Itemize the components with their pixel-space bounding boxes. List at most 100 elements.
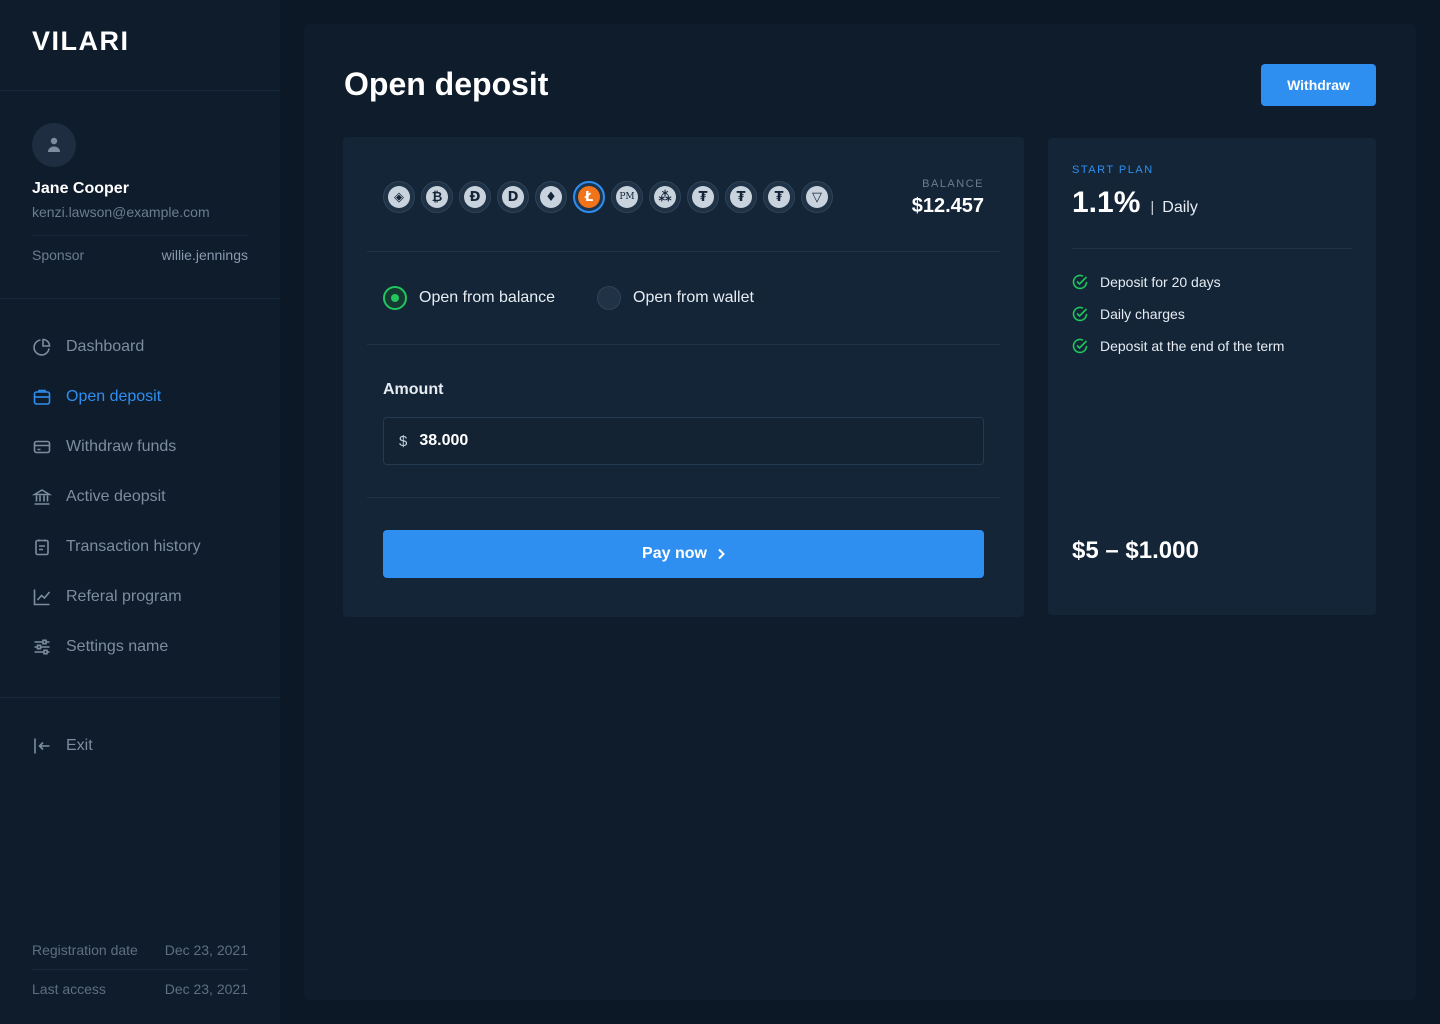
logout-icon <box>32 736 52 756</box>
pay-now-button[interactable]: Pay now <box>383 530 984 578</box>
check-circle-icon <box>1072 338 1088 354</box>
open-from-wallet-radio[interactable]: Open from wallet <box>597 286 754 310</box>
amount-input[interactable] <box>419 432 920 450</box>
radio-label: Open from wallet <box>633 289 754 306</box>
main-panel: Open deposit Withdraw ◈ ₿ Đ D ♦ Ł PM ⁂ ₮… <box>304 24 1416 1000</box>
exit-button[interactable]: Exit <box>32 734 93 758</box>
plan-feature: Deposit at the end of the term <box>1072 338 1284 354</box>
clipboard-icon <box>32 537 52 557</box>
nav-item-settings[interactable]: Settings name <box>32 635 168 659</box>
bank-icon <box>32 487 52 507</box>
coin-glyph: ▽ <box>806 186 828 208</box>
amount-label: Amount <box>383 381 444 398</box>
nav-item-active-deposit[interactable]: Active deopsit <box>32 485 166 509</box>
plan-name: START PLAN <box>1072 164 1154 176</box>
radio-indicator <box>383 286 407 310</box>
divider <box>0 90 280 91</box>
plan-rate-separator: | <box>1150 199 1155 216</box>
tether-icon[interactable]: ₮ <box>687 181 719 213</box>
page-title: Open deposit <box>344 66 549 102</box>
plan-rate: 1.1% | Daily <box>1072 186 1198 220</box>
coin-selector: ◈ ₿ Đ D ♦ Ł PM ⁂ ₮ ₮ ₮ ▽ <box>383 181 833 213</box>
litecoin-icon[interactable]: Ł <box>573 181 605 213</box>
coin-glyph: ₮ <box>730 186 752 208</box>
user-icon <box>48 137 60 152</box>
open-from-balance-radio[interactable]: Open from balance <box>383 286 555 310</box>
nav-label: Dashboard <box>66 338 145 355</box>
divider <box>0 298 280 299</box>
coin-glyph: ◈ <box>388 186 410 208</box>
plan-range: $5 – $1.000 <box>1072 537 1199 564</box>
app-logo[interactable]: VILARI <box>32 26 130 57</box>
plan-feature-label: Deposit for 20 days <box>1100 274 1221 290</box>
divider <box>367 497 1000 498</box>
credit-card-icon <box>32 437 52 457</box>
divider <box>0 697 280 698</box>
coin-glyph: ₮ <box>692 186 714 208</box>
ethereum-icon[interactable]: ♦ <box>535 181 567 213</box>
nav-label: Withdraw funds <box>66 438 177 455</box>
dash-icon[interactable]: Đ <box>459 181 491 213</box>
coin-glyph: ₮ <box>768 186 790 208</box>
deposit-card: ◈ ₿ Đ D ♦ Ł PM ⁂ ₮ ₮ ₮ ▽ BALANCE $12.457… <box>343 137 1024 617</box>
nav-item-transaction-history[interactable]: Transaction history <box>32 535 201 559</box>
plan-feature-label: Daily charges <box>1100 306 1185 322</box>
amount-field[interactable]: $ <box>383 417 984 465</box>
divider <box>367 344 1000 345</box>
divider <box>1072 248 1352 249</box>
sliders-icon <box>32 637 52 657</box>
nav-label: Referal program <box>66 588 182 605</box>
nav-item-open-deposit[interactable]: Open deposit <box>32 385 161 409</box>
last-access-value: Dec 23, 2021 <box>164 981 248 997</box>
last-access-label: Last access <box>32 981 106 997</box>
divider <box>32 235 248 236</box>
bitcoin-icon[interactable]: ₿ <box>421 181 453 213</box>
divider <box>367 251 1000 252</box>
pay-now-label: Pay now <box>642 545 707 562</box>
sidebar: VILARI Jane Cooper kenzi.lawson@example.… <box>0 0 280 1024</box>
tron-icon[interactable]: ▽ <box>801 181 833 213</box>
coin-glyph: ⁂ <box>654 186 676 208</box>
nav-item-dashboard[interactable]: Dashboard <box>32 335 144 359</box>
tether-icon[interactable]: ₮ <box>725 181 757 213</box>
divider <box>32 969 248 970</box>
nav-label: Active deopsit <box>66 488 166 505</box>
withdraw-button[interactable]: Withdraw <box>1261 64 1376 106</box>
radio-indicator <box>597 286 621 310</box>
check-circle-icon <box>1072 306 1088 322</box>
binance-coin-icon[interactable]: ◈ <box>383 181 415 213</box>
radio-label: Open from balance <box>419 289 556 306</box>
ripple-icon[interactable]: ⁂ <box>649 181 681 213</box>
coin-glyph: Đ <box>464 186 486 208</box>
coin-glyph: Ł <box>578 186 600 208</box>
chevron-right-icon <box>718 548 725 560</box>
nav-label: Open deposit <box>66 388 162 405</box>
user-name: Jane Cooper <box>32 180 129 197</box>
coin-glyph: PM <box>616 186 638 208</box>
plan-feature: Deposit for 20 days <box>1072 274 1221 290</box>
dogecoin-icon[interactable]: D <box>497 181 529 213</box>
nav-item-withdraw-funds[interactable]: Withdraw funds <box>32 435 176 459</box>
plan-card: START PLAN 1.1% | Daily Deposit for 20 d… <box>1048 138 1376 615</box>
pie-chart-icon <box>32 337 52 357</box>
plan-feature-label: Deposit at the end of the term <box>1100 338 1285 354</box>
sponsor-value[interactable]: willie.jennings <box>162 247 248 263</box>
balance-value: $12.457 <box>911 195 984 217</box>
registration-date-label: Registration date <box>32 942 138 958</box>
sponsor-label: Sponsor <box>32 247 85 263</box>
nav-item-referral-program[interactable]: Referal program <box>32 585 182 609</box>
plan-rate-value: 1.1% <box>1072 186 1141 219</box>
perfect-money-icon[interactable]: PM <box>611 181 643 213</box>
coin-glyph: D <box>502 186 524 208</box>
briefcase-icon <box>32 387 52 407</box>
check-circle-icon <box>1072 274 1088 290</box>
currency-symbol: $ <box>399 432 408 450</box>
nav-label: Settings name <box>66 638 169 655</box>
coin-glyph: ₿ <box>426 186 448 208</box>
registration-date-value: Dec 23, 2021 <box>164 942 248 958</box>
coin-glyph: ♦ <box>540 186 562 208</box>
plan-feature: Daily charges <box>1072 306 1185 322</box>
avatar[interactable] <box>32 123 76 167</box>
tether-icon[interactable]: ₮ <box>763 181 795 213</box>
plan-rate-period: Daily <box>1162 199 1198 216</box>
